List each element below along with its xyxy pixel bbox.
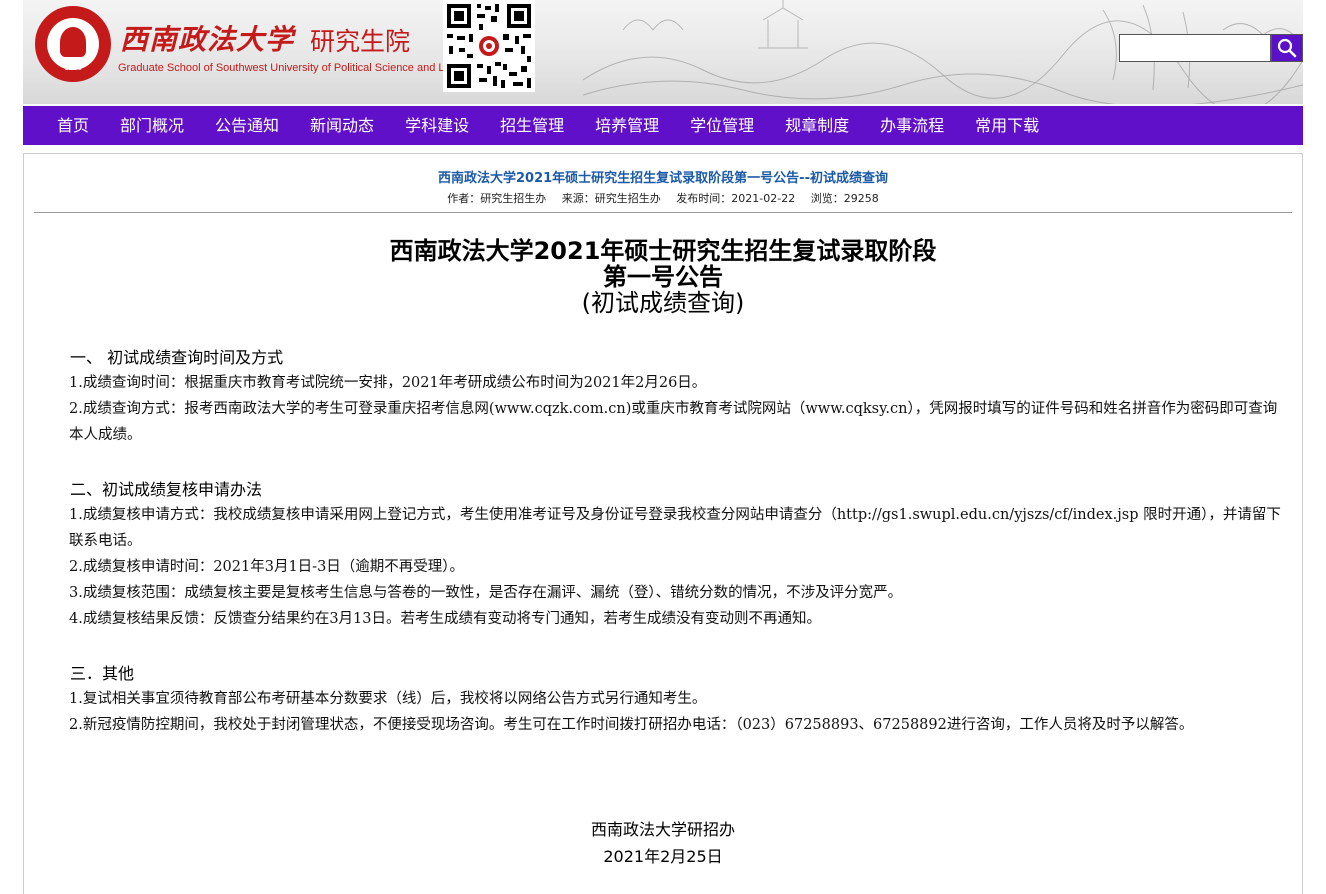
nav-item-disciplines[interactable]: 学科建设	[389, 106, 484, 145]
paragraph: 1.成绩查询时间：根据重庆市教育考试院统一安排，2021年考研成绩公布时间为20…	[69, 375, 707, 391]
title-divider	[34, 212, 1292, 213]
paragraph: 4.成绩复核结果反馈：反馈查分结果约在3月13日。若考生成绩有变动将专门通知，若…	[69, 611, 822, 627]
notice-title-line2: 第一号公告	[603, 263, 723, 291]
article-meta: 作者：研究生招生办 来源：研究生招生办 发布时间：2021-02-22 浏览：2…	[24, 190, 1302, 206]
qr-code	[443, 0, 535, 92]
paragraph: 1.复试相关事宜须待教育部公布考研基本分数要求（线）后，我校将以网络公告方式另行…	[69, 691, 707, 707]
university-logo[interactable]: 1950	[35, 6, 111, 82]
section-heading: 一、 初试成绩查询时间及方式	[70, 348, 284, 367]
school-name: 西南政法大学	[120, 23, 295, 56]
paragraph: 2.成绩查询方式：报考西南政法大学的考生可登录重庆招考信息网(www.cqzk.…	[69, 401, 1278, 443]
school-subunit: 研究生院	[310, 27, 411, 56]
nav-item-admissions[interactable]: 招生管理	[484, 106, 579, 145]
nav-item-news[interactable]: 新闻动态	[294, 106, 389, 145]
nav-item-procedures[interactable]: 办事流程	[864, 106, 959, 145]
logo-year: 1950	[64, 64, 82, 72]
school-name-english: Graduate School of Southwest University …	[118, 62, 459, 74]
notice-subtitle: (初试成绩查询)	[581, 289, 745, 317]
nav-item-departments[interactable]: 部门概况	[104, 106, 199, 145]
nav-item-training[interactable]: 培养管理	[579, 106, 674, 145]
search-input[interactable]	[1119, 34, 1271, 62]
meta-author: 作者：研究生招生办	[447, 192, 547, 205]
search-icon	[1277, 38, 1297, 58]
nav-item-home[interactable]: 首页	[23, 106, 104, 145]
notice-title-line1: 西南政法大学2021年硕士研究生招生复试录取阶段	[389, 237, 937, 265]
paragraph: 2.新冠疫情防控期间，我校处于封闭管理状态，不便接受现场咨询。考生可在工作时间拨…	[69, 717, 1194, 733]
article-title: 西南政法大学2021年硕士研究生招生复试录取阶段第一号公告--初试成绩查询	[438, 171, 888, 186]
signature-org: 西南政法大学研招办	[590, 820, 735, 839]
paragraph: 3.成绩复核范围：成绩复核主要是复核考生信息与答卷的一致性，是否存在漏评、漏统（…	[69, 585, 903, 601]
nav-item-regulations[interactable]: 规章制度	[769, 106, 864, 145]
section-heading: 三．其他	[70, 664, 135, 683]
main-nav: 首页 部门概况 公告通知 新闻动态 学科建设 招生管理 培养管理 学位管理 规章…	[23, 106, 1303, 145]
section-heading: 二、初试成绩复核申请办法	[70, 480, 263, 499]
meta-source: 来源：研究生招生办	[561, 192, 661, 205]
article-container: 西南政法大学2021年硕士研究生招生复试录取阶段第一号公告--初试成绩查询 作者…	[23, 153, 1303, 894]
signature-date: 2021年2月25日	[603, 847, 723, 866]
signature-block: 西南政法大学研招办 2021年2月25日	[24, 816, 1302, 870]
nav-item-announcements[interactable]: 公告通知	[199, 106, 294, 145]
search-button[interactable]	[1271, 34, 1303, 62]
site-header: 1950 西南政法大学 研究生院 Graduate School of Sout…	[23, 0, 1303, 104]
meta-views: 浏览：29258	[810, 192, 879, 205]
meta-date: 发布时间：2021-02-22	[676, 192, 796, 205]
paragraph: 1.成绩复核申请方式：我校成绩复核申请采用网上登记方式，考生使用准考证号及身份证…	[69, 507, 1281, 549]
paragraph: 2.成绩复核申请时间：2021年3月1日-3日（逾期不再受理）。	[69, 559, 465, 575]
nav-item-downloads[interactable]: 常用下载	[959, 106, 1054, 145]
notice-title: 西南政法大学2021年硕士研究生招生复试录取阶段 第一号公告	[24, 238, 1302, 290]
nav-item-degrees[interactable]: 学位管理	[674, 106, 769, 145]
